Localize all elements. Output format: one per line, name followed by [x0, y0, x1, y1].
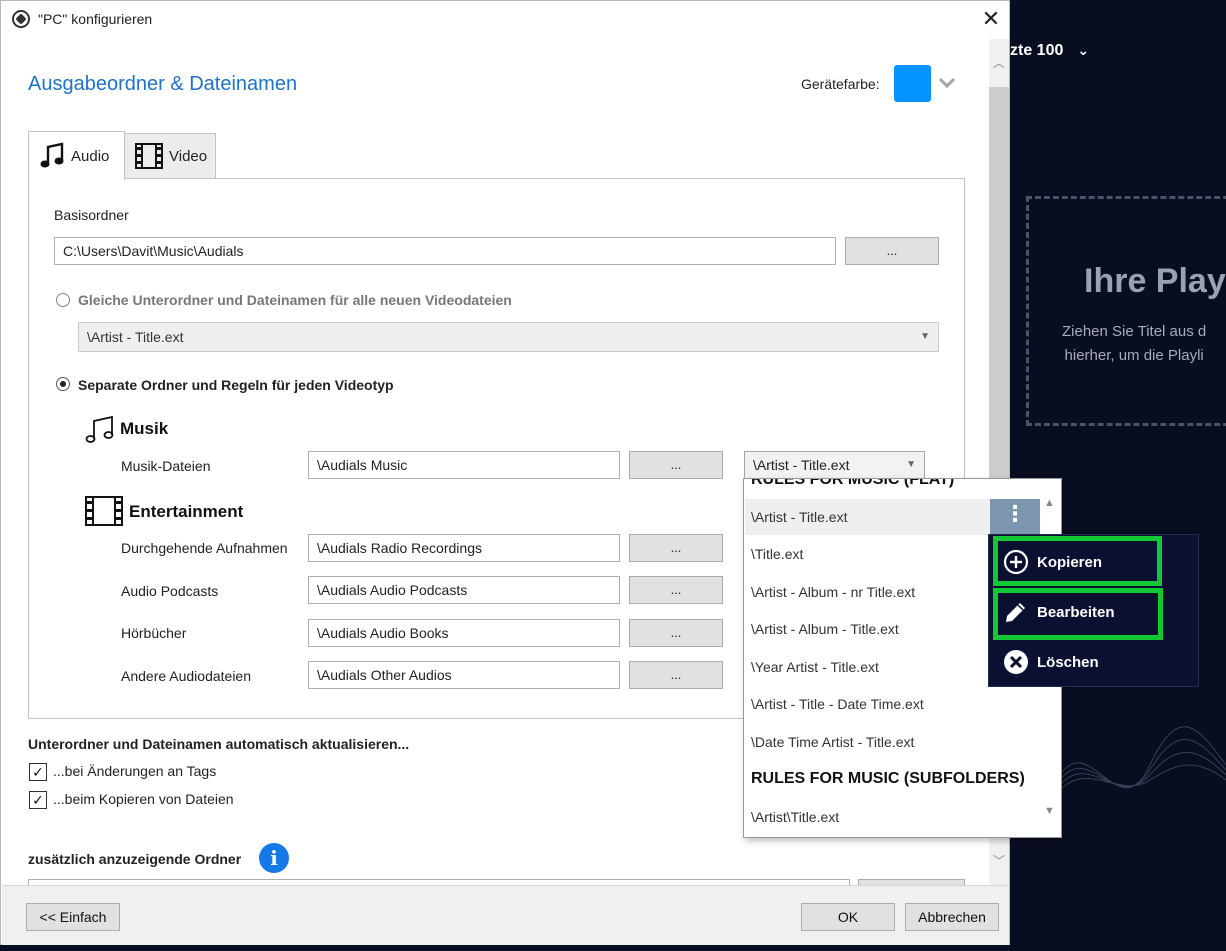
device-color-label: Gerätefarbe: — [801, 76, 880, 92]
dialog-footer: << Einfach OK Abbrechen — [2, 885, 1009, 945]
music-files-rule-select[interactable]: \Artist - Title.ext ▼ — [744, 451, 925, 479]
chevron-down-icon: ⌄ — [1077, 42, 1090, 58]
info-icon[interactable]: i — [259, 843, 289, 873]
copy-menu-label: Kopieren — [1037, 553, 1103, 571]
bg-header-label: zte 100 — [1010, 42, 1064, 59]
base-folder-input[interactable]: C:\Users\Davit\Music\Audials — [54, 237, 836, 265]
audiobooks-label: Hörbücher — [121, 625, 187, 641]
drop-zone-hint: Ziehen Sie Titel aus d hierher, um die P… — [1062, 320, 1206, 368]
page-title: Ausgabeordner & Dateinamen — [28, 73, 298, 95]
audio-podcasts-label: Audio Podcasts — [121, 583, 219, 599]
same-folders-rule-value: \Artist - Title.ext — [87, 329, 184, 345]
dialog-title: "PC" konfigurieren — [38, 11, 153, 27]
chevron-down-icon: ▼ — [906, 459, 916, 470]
music-files-label: Musik-Dateien — [121, 458, 211, 474]
more-options-icon[interactable]: ⋮ — [990, 499, 1040, 535]
checkbox-copy-files[interactable]: ✓ — [29, 791, 47, 809]
continuous-recordings-label: Durchgehende Aufnahmen — [121, 540, 288, 556]
entertainment-category-title: Entertainment — [129, 502, 244, 521]
pencil-icon — [1006, 603, 1025, 622]
audiobooks-browse-button[interactable]: ... — [629, 619, 723, 647]
music-notes-icon — [85, 415, 114, 443]
rule-option[interactable]: \Artist - Title - Date Time.ext — [751, 696, 924, 712]
tab-audio-label: Audio — [71, 147, 110, 165]
rule-option[interactable]: \Artist\Title.ext — [751, 809, 839, 825]
radio-separate-folders[interactable] — [56, 377, 70, 391]
rule-option[interactable]: \Year Artist - Title.ext — [751, 659, 879, 675]
device-color-swatch[interactable] — [894, 65, 931, 102]
audials-logo-icon — [12, 10, 30, 28]
radio-same-folders[interactable] — [56, 293, 70, 307]
delete-menu-label: Löschen — [1037, 653, 1099, 671]
rule-option[interactable]: \Title.ext — [751, 546, 803, 562]
title-bar: "PC" konfigurieren ✕ — [1, 1, 1009, 37]
copy-menu-item[interactable]: Kopieren — [1003, 547, 1102, 577]
sound-wave-decoration — [1060, 726, 1226, 791]
rule-option[interactable]: \Artist - Album - Title.ext — [751, 621, 899, 637]
other-audio-folder-input[interactable]: \Audials Other Audios — [308, 661, 620, 689]
audio-podcasts-folder-input[interactable]: \Audials Audio Podcasts — [308, 576, 620, 604]
delete-menu-item[interactable]: Löschen — [1003, 647, 1099, 677]
audio-podcasts-browse-button[interactable]: ... — [629, 576, 723, 604]
radio-separate-folders-label: Separate Ordner und Regeln für jeden Vid… — [78, 377, 394, 393]
base-folder-label: Basisordner — [54, 207, 129, 223]
music-rule-value: \Artist - Title.ext — [753, 457, 850, 473]
base-folder-browse-button[interactable]: ... — [845, 237, 939, 265]
scroll-thumb[interactable] — [989, 87, 1009, 483]
rules-subfolders-header: RULES FOR MUSIC (SUBFOLDERS) — [751, 770, 1025, 787]
checkbox-tag-changes[interactable]: ✓ — [29, 763, 47, 781]
rules-flat-header: RULES FOR MUSIC (FLAT) — [751, 478, 955, 488]
other-audio-label: Andere Audiodateien — [121, 668, 251, 684]
scroll-down-icon[interactable]: ﹀ — [989, 851, 1009, 871]
cancel-button[interactable]: Abbrechen — [905, 903, 999, 931]
edit-menu-label: Bearbeiten — [1037, 603, 1115, 621]
x-circle-icon — [1004, 650, 1028, 674]
audiobooks-folder-input[interactable]: \Audials Audio Books — [308, 619, 620, 647]
music-files-browse-button[interactable]: ... — [629, 451, 723, 479]
tab-video[interactable]: Video — [124, 133, 216, 178]
close-button[interactable]: ✕ — [977, 5, 1005, 33]
tab-video-label: Video — [169, 147, 208, 165]
bg-header[interactable]: zte 100 ⌄ — [1010, 42, 1089, 60]
radio-same-folders-label: Gleiche Unterordner und Dateinamen für a… — [78, 292, 512, 308]
same-folders-rule-select[interactable]: \Artist - Title.ext ▼ — [78, 322, 939, 352]
edit-menu-item[interactable]: Bearbeiten — [1003, 597, 1115, 627]
music-category-title: Musik — [120, 419, 169, 438]
rule-context-menu: Kopieren Bearbeiten Löschen — [988, 534, 1199, 687]
rule-option[interactable]: \Artist - Album - nr Title.ext — [751, 584, 915, 600]
plus-circle-icon — [1003, 549, 1029, 575]
scroll-up-icon[interactable]: ︿ — [989, 53, 1009, 73]
music-files-folder-input[interactable]: \Audials Music — [308, 451, 620, 479]
checkbox-copy-files-label: ...beim Kopieren von Dateien — [53, 791, 234, 807]
chevron-down-icon: ▼ — [920, 331, 930, 342]
film-icon — [85, 496, 123, 526]
film-icon — [135, 143, 163, 169]
music-note-icon — [40, 142, 64, 168]
other-audio-browse-button[interactable]: ... — [629, 661, 723, 689]
chevron-down-icon[interactable] — [937, 71, 957, 95]
continuous-recordings-folder-input[interactable]: \Audials Radio Recordings — [308, 534, 620, 562]
dropdown-scroll-down-icon[interactable]: ▼ — [1044, 805, 1055, 817]
rule-option[interactable]: \Date Time Artist - Title.ext — [751, 734, 914, 750]
extra-folders-label: zusätzlich anzuzeigende Ordner — [28, 851, 242, 867]
checkbox-tag-changes-label: ...bei Änderungen an Tags — [53, 763, 217, 779]
drop-zone-title: Ihre Play — [1084, 262, 1226, 300]
ok-button[interactable]: OK — [801, 903, 895, 931]
playlist-drop-zone[interactable] — [1026, 196, 1226, 426]
simple-mode-button[interactable]: << Einfach — [26, 903, 120, 931]
dropdown-scroll-up-icon[interactable]: ▲ — [1044, 497, 1055, 509]
continuous-recordings-browse-button[interactable]: ... — [629, 534, 723, 562]
drop-hint-line-1: Ziehen Sie Titel aus d — [1062, 323, 1207, 340]
tab-audio[interactable]: Audio — [28, 131, 125, 180]
rule-option[interactable]: \Artist - Title.ext — [751, 509, 847, 525]
drop-hint-line-2: hierher, um die Playli — [1064, 347, 1204, 364]
auto-update-label: Unterordner und Dateinamen automatisch a… — [28, 736, 410, 752]
